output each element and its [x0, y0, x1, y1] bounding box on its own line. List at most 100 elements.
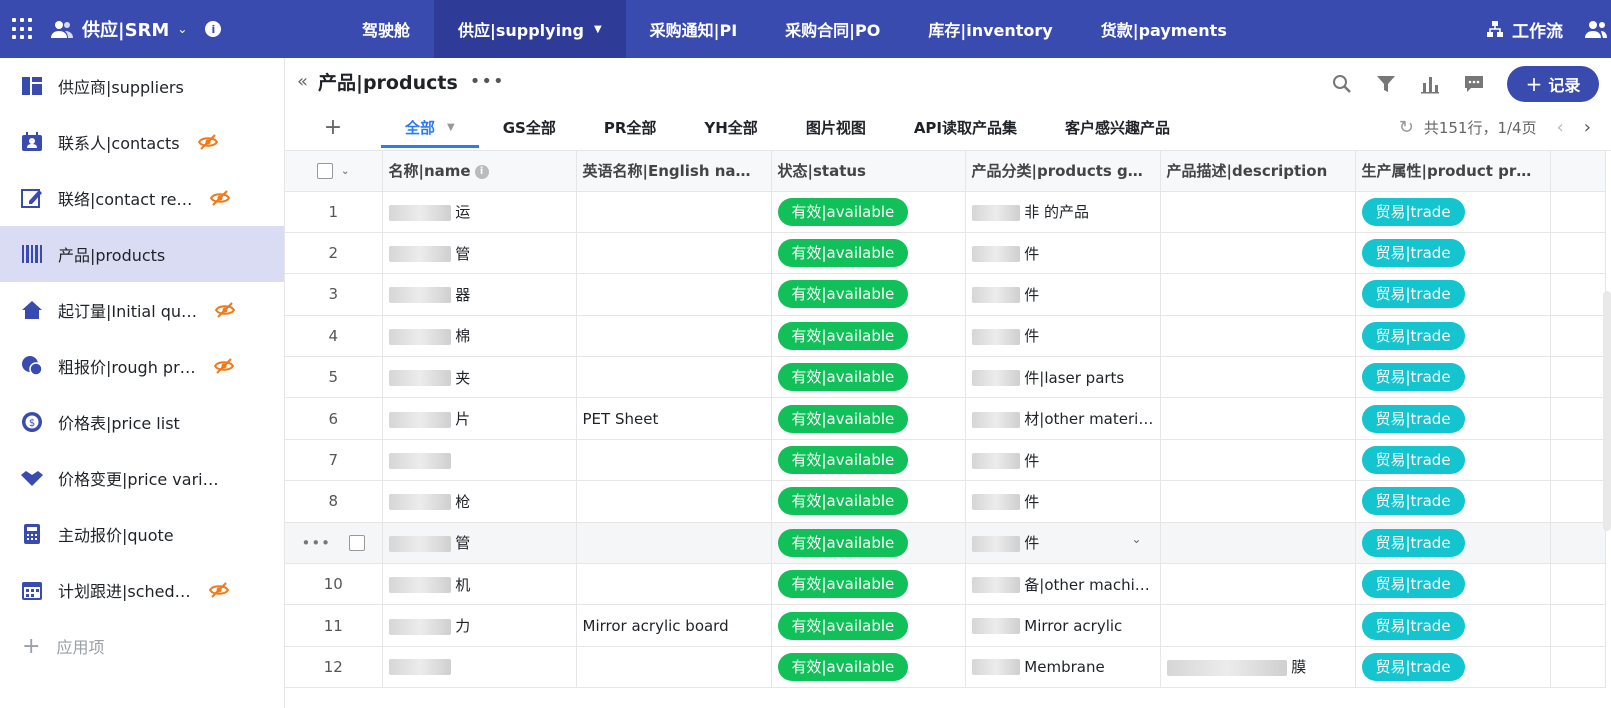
cell-category[interactable]: Mirror acrylic — [965, 604, 1161, 647]
cell-category[interactable]: 件 — [965, 480, 1161, 523]
row-more-icon[interactable]: ••• — [301, 534, 331, 552]
cell-english-name[interactable]: Mirror acrylic board — [576, 604, 772, 647]
cell-product-property[interactable]: 贸易|trade — [1355, 232, 1551, 275]
cell-name[interactable]: 力 — [382, 604, 577, 647]
workflow-button[interactable]: 工作流 — [1486, 17, 1563, 42]
tab-api-products[interactable]: API读取产品集 — [890, 104, 1041, 150]
sidebar-item-suppliers[interactable]: 供应商|suppliers — [0, 58, 284, 114]
cell-name[interactable]: 枪 — [382, 480, 577, 523]
collapse-sidebar-icon[interactable]: « — [297, 71, 308, 92]
cell-product-property[interactable]: 贸易|trade — [1355, 480, 1551, 523]
table-row[interactable]: 10 机 有效|available 备|other machines 贸易|trad… — [285, 563, 1606, 606]
cell-name[interactable]: 运 — [382, 191, 577, 233]
cell-status[interactable]: 有效|available — [771, 480, 966, 523]
cell-english-name[interactable] — [576, 439, 772, 482]
cell-name[interactable] — [382, 439, 577, 482]
sidebar-item-contacts[interactable]: 联系人|contacts — [0, 114, 284, 170]
chevron-down-icon[interactable]: ⌄ — [341, 166, 349, 177]
cell-product-property[interactable]: 贸易|trade — [1355, 397, 1551, 440]
cell-description[interactable] — [1160, 273, 1356, 316]
cell-product-property[interactable]: 贸易|trade — [1355, 604, 1551, 647]
cell-name[interactable]: 机 — [382, 563, 577, 606]
refresh-icon[interactable]: ↻ — [1399, 117, 1414, 138]
add-app-item-button[interactable]: + 应用项 — [0, 618, 284, 674]
sidebar-item-products[interactable]: 产品|products — [0, 226, 284, 282]
nav-pi[interactable]: 采购通知|PI — [626, 0, 762, 58]
cell-description[interactable] — [1160, 563, 1356, 606]
column-header-description[interactable]: 产品描述|description — [1160, 151, 1356, 192]
cell-product-property[interactable]: 贸易|trade — [1355, 646, 1551, 689]
cell-name[interactable]: 夹 — [382, 356, 577, 399]
cell-description[interactable] — [1160, 356, 1356, 399]
row-checkbox[interactable] — [349, 535, 366, 552]
cell-english-name[interactable] — [576, 191, 772, 233]
table-row[interactable]: 12 有效|available Membrane 膜 贸易|trade — [285, 646, 1606, 689]
nav-po[interactable]: 采购合同|PO — [761, 0, 904, 58]
cell-status[interactable]: 有效|available — [771, 356, 966, 399]
cell-description[interactable] — [1160, 315, 1356, 358]
add-record-button[interactable]: + 记录 — [1507, 66, 1599, 102]
nav-inventory[interactable]: 库存|inventory — [904, 0, 1076, 58]
table-row[interactable]: 5 夹 有效|available 件|laser parts 贸易|trade — [285, 356, 1606, 399]
sidebar-item-price-list[interactable]: $ 价格表|price list — [0, 394, 284, 450]
cell-description[interactable] — [1160, 522, 1356, 565]
add-view-icon[interactable]: + — [285, 115, 381, 140]
tab-yh-all[interactable]: YH全部 — [680, 104, 781, 150]
tab-gs-all[interactable]: GS全部 — [479, 104, 580, 150]
table-row[interactable]: 6 片 PET Sheet 有效|available 材|other materia… — [285, 397, 1606, 440]
column-header-category[interactable]: 产品分类|products g… — [965, 151, 1161, 192]
cell-category[interactable]: 件 — [965, 273, 1161, 316]
filter-icon[interactable] — [1375, 73, 1397, 95]
cell-product-property[interactable]: 贸易|trade — [1355, 439, 1551, 482]
column-header-status[interactable]: 状态|status — [771, 151, 966, 192]
cell-product-property[interactable]: 贸易|trade — [1355, 563, 1551, 606]
cell-name[interactable]: 器 — [382, 273, 577, 316]
sidebar-item-rough-price[interactable]: 粗报价|rough pr… — [0, 338, 284, 394]
nav-cockpit[interactable]: 驾驶舱 — [338, 0, 434, 58]
column-header-name[interactable]: 名称|name i — [382, 151, 577, 192]
cell-english-name[interactable] — [576, 563, 772, 606]
cell-description[interactable]: 膜 — [1160, 646, 1356, 689]
cell-product-property[interactable]: 贸易|trade — [1355, 315, 1551, 358]
tab-customer-interest[interactable]: 客户感兴趣产品 — [1041, 104, 1194, 150]
table-row[interactable]: 2 管 有效|available 件 贸易|trade — [285, 232, 1606, 275]
cell-product-property[interactable]: 贸易|trade — [1355, 522, 1551, 565]
cell-status[interactable]: 有效|available — [771, 191, 966, 233]
cell-status[interactable]: 有效|available — [771, 604, 966, 647]
vertical-scrollbar[interactable] — [1603, 291, 1611, 531]
table-row[interactable]: 8 枪 有效|available 件 贸易|trade — [285, 480, 1606, 523]
cell-name[interactable]: 棉 — [382, 315, 577, 358]
cell-product-property[interactable]: 贸易|trade — [1355, 191, 1551, 233]
sidebar-item-contact-records[interactable]: 联络|contact re… — [0, 170, 284, 226]
cell-category[interactable]: Membrane — [965, 646, 1161, 689]
table-row[interactable]: 3 器 有效|available 件 贸易|trade — [285, 273, 1606, 316]
cell-name[interactable]: 片 — [382, 397, 577, 440]
cell-name[interactable]: 管 — [382, 232, 577, 275]
app-grid-icon[interactable] — [12, 18, 34, 40]
sidebar-item-schedule[interactable]: 计划跟进|sched… — [0, 562, 284, 618]
table-row[interactable]: 1 运 有效|available 非 的产品 贸易|trade — [285, 191, 1606, 233]
cell-english-name[interactable] — [576, 356, 772, 399]
cell-category[interactable]: 件 — [965, 439, 1161, 482]
next-page-icon[interactable]: › — [1584, 117, 1591, 138]
comment-icon[interactable] — [1463, 73, 1485, 95]
info-icon[interactable]: i — [474, 164, 489, 179]
caret-down-icon[interactable]: ▼ — [447, 122, 455, 133]
search-icon[interactable] — [1331, 73, 1353, 95]
app-switcher[interactable]: 供应|SRM ⌄ i — [50, 16, 330, 42]
table-row[interactable]: 7 有效|available 件 贸易|trade — [285, 439, 1606, 482]
sidebar-item-initial-quantity[interactable]: 起订量|Initial qu… — [0, 282, 284, 338]
nav-supplying[interactable]: 供应|supplying ▼ — [434, 0, 626, 58]
cell-category[interactable]: 备|other machines — [965, 563, 1161, 606]
cell-category[interactable]: 件 — [965, 232, 1161, 275]
column-header-product-property[interactable]: 生产属性|product pr… — [1355, 151, 1551, 192]
cell-status[interactable]: 有效|available — [771, 522, 966, 565]
chart-icon[interactable] — [1419, 73, 1441, 95]
cell-status[interactable]: 有效|available — [771, 563, 966, 606]
cell-description[interactable] — [1160, 480, 1356, 523]
table-row[interactable]: 11 力 Mirror acrylic board 有效|available Mir… — [285, 604, 1606, 647]
cell-description[interactable] — [1160, 232, 1356, 275]
cell-description[interactable] — [1160, 397, 1356, 440]
sidebar-item-quote[interactable]: 主动报价|quote — [0, 506, 284, 562]
cell-description[interactable] — [1160, 604, 1356, 647]
